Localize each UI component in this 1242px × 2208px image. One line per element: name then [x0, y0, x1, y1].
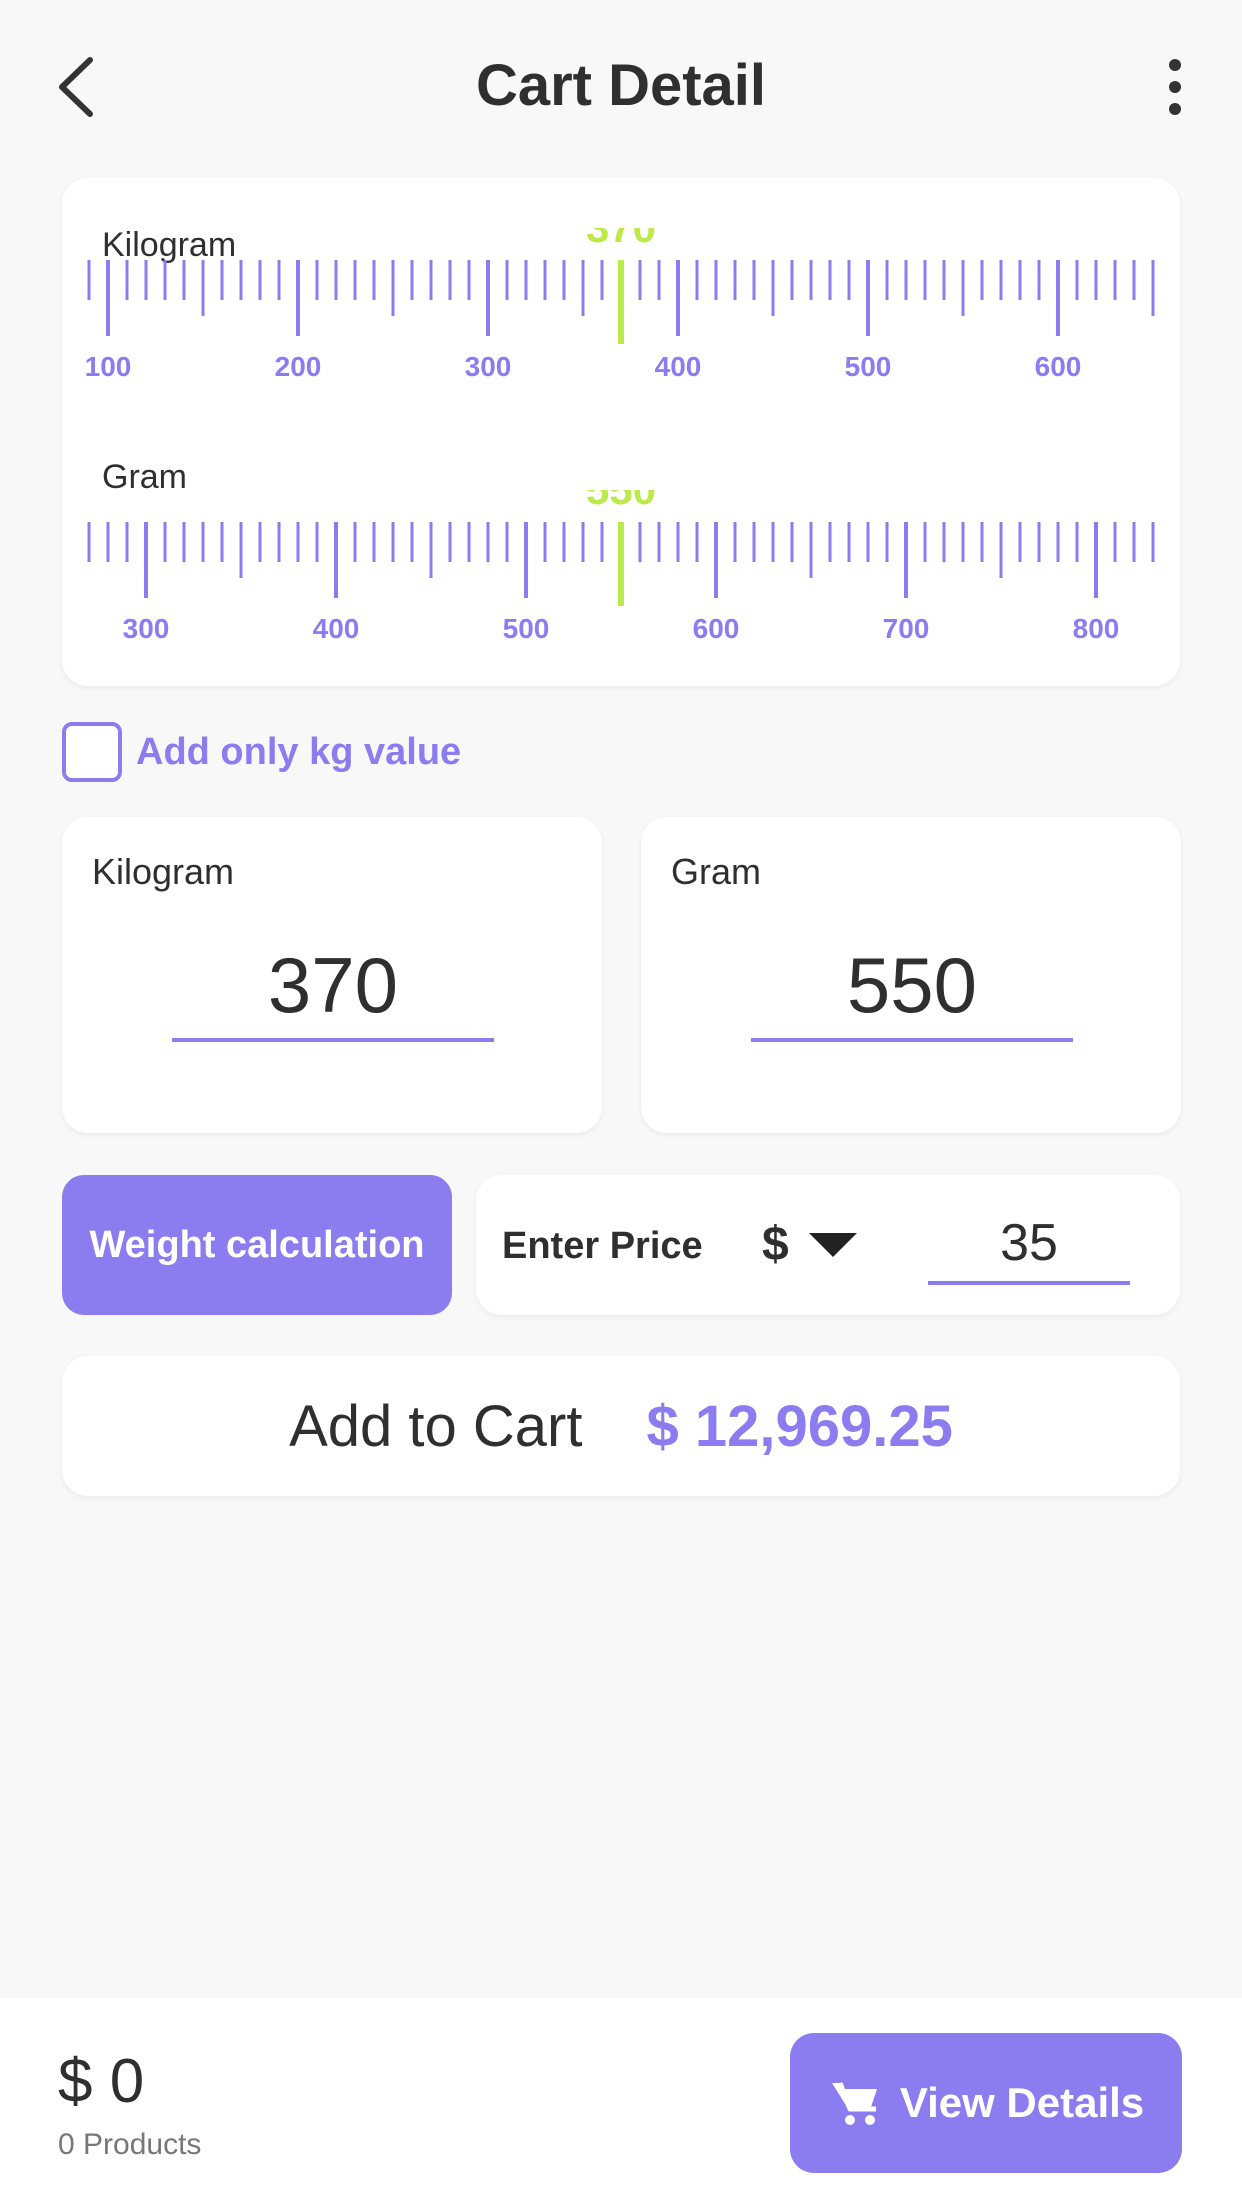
ruler-tick-label: 800	[1073, 613, 1120, 644]
ruler-tick-label: 300	[123, 613, 170, 644]
ruler-tick-label: 500	[845, 351, 892, 382]
kilogram-card-label: Kilogram	[92, 851, 235, 892]
only-kg-label: Add only kg value	[136, 730, 462, 773]
ruler-tick-label: 600	[693, 613, 740, 644]
gram-ruler[interactable]: 550 300 400 500 600 700 800	[62, 490, 1180, 670]
ruler-tick-label: 300	[465, 351, 512, 382]
gram-input[interactable]	[751, 932, 1073, 1042]
ruler-tick-label: 700	[883, 613, 930, 644]
price-card: Enter Price $	[476, 1175, 1180, 1315]
price-input[interactable]	[928, 1205, 1130, 1285]
ruler-tick-label: 200	[275, 351, 322, 382]
cart-footer: $ 0 0 Products View Details	[0, 1998, 1242, 2208]
enter-price-label: Enter Price	[502, 1225, 703, 1267]
ruler-selected-value: 550	[586, 490, 656, 513]
shopping-cart-icon	[831, 2082, 877, 2125]
kilogram-input[interactable]	[172, 932, 494, 1042]
currency-dropdown[interactable]: $	[762, 1217, 857, 1272]
cart-product-count: 0 Products	[58, 2128, 202, 2161]
app-header: Cart Detail	[0, 0, 1242, 175]
gram-card-label: Gram	[671, 851, 761, 892]
ruler-tick-label: 500	[503, 613, 550, 644]
kilogram-ruler[interactable]: 370 100 200 300 400 500 600	[62, 228, 1180, 408]
more-vertical-icon	[1169, 59, 1181, 115]
gram-card: Gram	[641, 817, 1181, 1133]
view-details-label: View Details	[899, 2079, 1145, 2126]
cart-total: $ 0	[58, 2047, 145, 2116]
add-to-cart-button[interactable]: Add to Cart $ 12,969.25	[62, 1356, 1180, 1496]
page-title: Cart Detail	[475, 53, 767, 118]
ruler-tick-label: 100	[85, 351, 132, 382]
more-options-button[interactable]	[1150, 55, 1200, 120]
weight-calculation-button[interactable]: Weight calculation	[62, 1175, 452, 1315]
only-kg-checkbox[interactable]	[62, 722, 122, 782]
add-to-cart-label: Add to Cart	[289, 1393, 583, 1459]
currency-symbol: $	[762, 1218, 789, 1271]
ruler-tick-label: 600	[1035, 351, 1082, 382]
kilogram-card: Kilogram	[62, 817, 602, 1133]
add-to-cart-total: $ 12,969.25	[646, 1393, 953, 1459]
ruler-tick-label: 400	[655, 351, 702, 382]
only-kg-checkbox-row[interactable]: Add only kg value	[62, 722, 461, 782]
weight-ruler-card: Kilogram 370100200300400500600 Gram 5503…	[62, 178, 1180, 686]
ruler-selected-value: 370	[586, 228, 656, 251]
ruler-tick-label: 400	[313, 613, 360, 644]
caret-down-icon	[808, 1232, 857, 1257]
view-details-button[interactable]: View Details	[790, 2033, 1182, 2173]
